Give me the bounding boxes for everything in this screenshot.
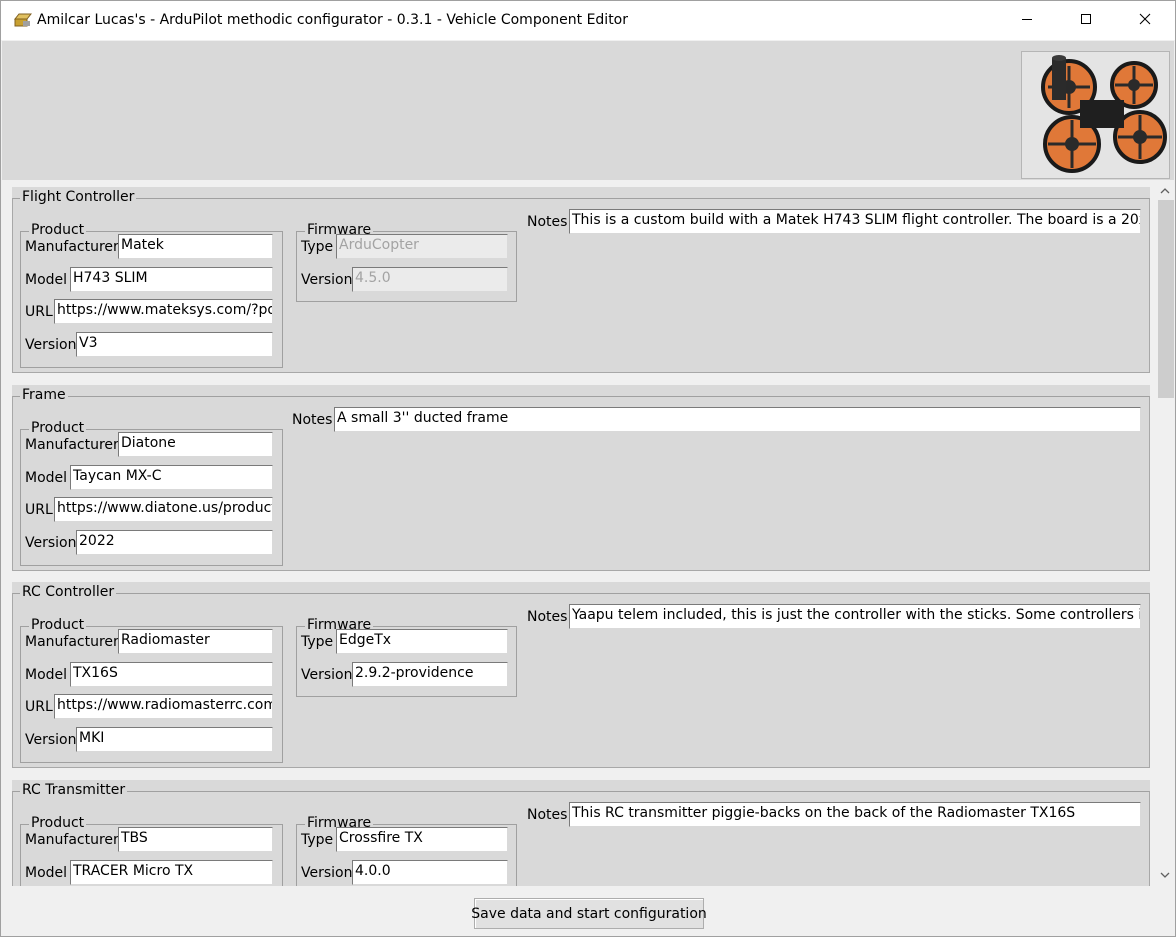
notes-field[interactable]: A small 3'' ducted frame [334, 407, 1141, 432]
manufacturer-label: Manufacturer [25, 832, 119, 848]
firmware-type-label: Type [301, 832, 334, 848]
firmware-version-field[interactable]: 4.0.0 [352, 860, 508, 885]
notes-label: Notes [292, 412, 333, 428]
manufacturer-label: Manufacturer [25, 239, 119, 255]
component-scroll-area[interactable]: Flight Controller Product Manufacturer M… [2, 180, 1174, 886]
url-label: URL [25, 502, 53, 518]
url-field[interactable]: https://www.mateksys.com/?po [54, 299, 273, 324]
minimize-icon [1021, 13, 1033, 29]
url-label: URL [25, 304, 53, 320]
minimize-button[interactable] [998, 1, 1056, 40]
group-title: Product [29, 617, 87, 633]
model-field[interactable]: Taycan MX-C [70, 465, 273, 490]
maximize-button[interactable] [1057, 1, 1115, 40]
version-label: Version [25, 337, 77, 353]
scroll-down-button[interactable] [1156, 866, 1174, 884]
manufacturer-field[interactable]: Radiomaster [118, 629, 273, 654]
manufacturer-field[interactable]: Matek [118, 234, 273, 259]
section-rc-transmitter: RC Transmitter Product Manufacturer TBS … [12, 780, 1150, 886]
application-window: Amilcar Lucas's - ArduPilot methodic con… [0, 0, 1176, 937]
close-button[interactable] [1116, 1, 1174, 40]
notes-field[interactable]: This RC transmitter piggie-backs on the … [569, 802, 1141, 827]
firmware-type-field[interactable]: EdgeTx [336, 629, 508, 654]
notes-field[interactable]: This is a custom build with a Matek H743… [569, 209, 1141, 234]
firmware-type-label: Type [301, 634, 334, 650]
header-panel [2, 41, 1174, 180]
url-field[interactable]: https://www.diatone.us/product [54, 497, 273, 522]
save-and-start-configuration-button[interactable]: Save data and start configuration [471, 898, 707, 929]
title-bar[interactable]: Amilcar Lucas's - ArduPilot methodic con… [1, 1, 1175, 40]
group-title: Product [29, 420, 87, 436]
version-field[interactable]: 2022 [76, 530, 273, 555]
section-title: Flight Controller [20, 189, 137, 205]
maximize-icon [1080, 13, 1092, 29]
firmware-version-field[interactable]: 2.9.2-providence [352, 662, 508, 687]
manufacturer-field[interactable]: TBS [118, 827, 273, 852]
manufacturer-field[interactable]: Diatone [118, 432, 273, 457]
firmware-type-label: Type [301, 239, 334, 255]
version-field[interactable]: MKI [76, 727, 273, 752]
app-icon [13, 12, 33, 28]
notes-field[interactable]: Yaapu telem included, this is just the c… [569, 604, 1141, 629]
section-title: RC Transmitter [20, 782, 128, 798]
model-field[interactable]: H743 SLIM [70, 267, 273, 292]
manufacturer-label: Manufacturer [25, 437, 119, 453]
firmware-version-label: Version [301, 667, 353, 683]
version-label: Version [25, 732, 77, 748]
group-title: Product [29, 815, 87, 831]
chevron-up-icon [1160, 184, 1170, 199]
model-label: Model [25, 470, 68, 486]
close-icon [1139, 13, 1151, 29]
firmware-type-field: ArduCopter [336, 234, 508, 259]
model-label: Model [25, 865, 68, 881]
window-title: Amilcar Lucas's - ArduPilot methodic con… [37, 12, 629, 28]
section-rc-controller: RC Controller Product Manufacturer Radio… [12, 582, 1150, 768]
manufacturer-label: Manufacturer [25, 634, 119, 650]
scrollbar-thumb[interactable] [1158, 200, 1174, 398]
firmware-version-label: Version [301, 865, 353, 881]
quadcopter-vehicle-image [1021, 51, 1170, 179]
model-label: Model [25, 272, 68, 288]
firmware-version-field: 4.5.0 [352, 267, 508, 292]
firmware-version-label: Version [301, 272, 353, 288]
model-field[interactable]: TX16S [70, 662, 273, 687]
scroll-up-button[interactable] [1156, 182, 1174, 200]
chevron-down-icon [1160, 868, 1170, 883]
url-label: URL [25, 699, 53, 715]
version-label: Version [25, 535, 77, 551]
section-flight-controller: Flight Controller Product Manufacturer M… [12, 187, 1150, 373]
version-field[interactable]: V3 [76, 332, 273, 357]
section-title: Frame [20, 387, 68, 403]
group-title: Product [29, 222, 87, 238]
footer-bar: Save data and start configuration [2, 886, 1174, 936]
notes-label: Notes [527, 609, 568, 625]
firmware-type-field[interactable]: Crossfire TX [336, 827, 508, 852]
section-frame: Frame Product Manufacturer Diatone Model… [12, 385, 1150, 571]
notes-label: Notes [527, 214, 568, 230]
notes-label: Notes [527, 807, 568, 823]
model-field[interactable]: TRACER Micro TX [70, 860, 273, 885]
model-label: Model [25, 667, 68, 683]
vertical-scrollbar[interactable] [1156, 180, 1174, 886]
section-title: RC Controller [20, 584, 117, 600]
url-field[interactable]: https://www.radiomasterrc.com, [54, 694, 273, 719]
